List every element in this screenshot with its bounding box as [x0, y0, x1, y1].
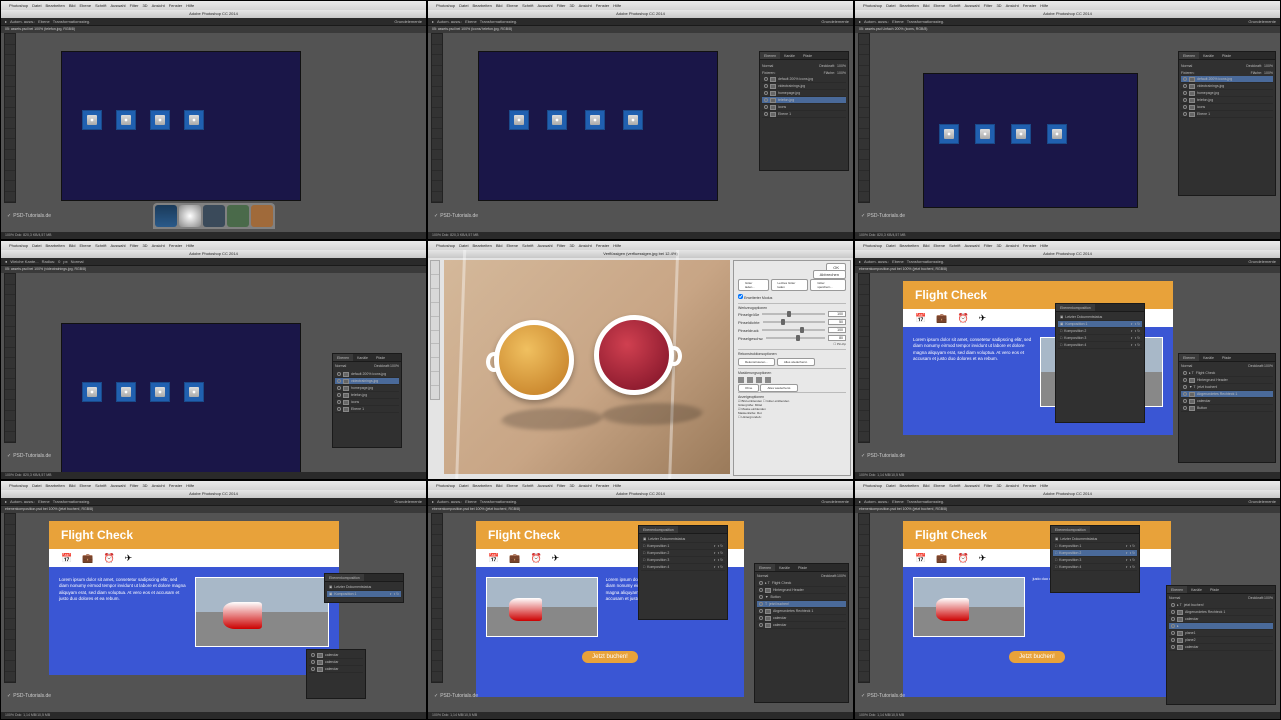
dock-app-icon[interactable] [227, 205, 249, 227]
layers-panel[interactable]: calendar calendar calendar [306, 649, 366, 699]
clock-icon: ⏰ [957, 313, 968, 324]
layers-panel-float[interactable]: EbenenKanälePfade NormalDeckkraft:100% d… [332, 353, 402, 448]
plane-icon: ✈ [979, 313, 987, 324]
dock-ps-icon[interactable] [155, 205, 177, 227]
layers-panel[interactable]: EbenenKanälePfade NormalDeckkraft:100% ▸… [754, 563, 849, 703]
thumbnail-6: PhotoshopDateiBearbeitenBildEbeneSchrift… [854, 240, 1281, 480]
status-bar: 100% Dok: 820,3 KB/4,57 MB [1, 232, 426, 239]
thumbnail-3: PhotoshopDateiBearbeitenBildEbeneSchrift… [854, 0, 1281, 240]
liquify-options[interactable]: OK Abbrechen Gitter laden...Letztes Gitt… [733, 260, 851, 476]
doc-tab[interactable]: 05: assets.psd bei 100% (telefon.jpg, RG… [1, 26, 426, 33]
dock-app-icon[interactable] [203, 205, 225, 227]
liquify-title: Verflüssigen (verfluessigen.jpg bei 12.4… [428, 250, 853, 258]
layers-panel[interactable]: EbenenKanälePfade NormalDeckkraft:100% F… [1178, 51, 1276, 196]
layer-comps-panel[interactable]: Ebenenkomposition ▣Letzter Dokumentstatu… [324, 573, 404, 603]
thumbnail-9: PhotoshopDateiBearbeitenBildEbeneSchrift… [854, 480, 1281, 720]
layers-panel[interactable]: EbenenKanälePfade NormalDeckkraft:100% F… [759, 51, 849, 171]
watermark: PSD-Tutorials.de [7, 213, 51, 219]
layer-comps-panel[interactable]: Ebenenkomposition ▣Letzter Dokumentstatu… [1050, 525, 1140, 593]
cup-red [594, 315, 674, 395]
thumbnail-8: PhotoshopDateiBearbeitenBildEbeneSchrift… [427, 480, 854, 720]
cup-orange [494, 320, 574, 400]
book-button[interactable]: Jetzt buchen! [582, 651, 638, 663]
thumbnail-4: PhotoshopDateiBearbeitenBildEbeneSchrift… [0, 240, 427, 480]
layers-panel[interactable]: EbenenKanälePfade NormalDeckkraft:100% ▸… [1166, 585, 1276, 705]
tool-palette[interactable] [4, 33, 16, 203]
dock-safari-icon[interactable] [179, 205, 201, 227]
design-title: Flight Check [915, 288, 987, 302]
macos-dock[interactable] [153, 203, 275, 229]
options-bar[interactable]: ▸Autom. ausw.:EbeneTransformationssteg.G… [1, 18, 426, 26]
thumbnail-2: PhotoshopDateiBearbeitenBildEbeneSchrift… [427, 0, 854, 240]
liquify-canvas[interactable] [444, 260, 730, 474]
menubar[interactable]: PhotoshopDateiBearbeitenBildEbeneSchrift… [1, 1, 426, 10]
liquify-toolbar[interactable] [430, 260, 440, 400]
cancel-button[interactable]: Abbrechen [813, 270, 846, 279]
thumbnail-1: PhotoshopDateiBearbeitenBildEbeneSchrift… [0, 0, 427, 240]
thumbnail-7: PhotoshopDateiBearbeitenBildEbeneSchrift… [0, 480, 427, 720]
calendar-icon: 📅 [915, 313, 926, 324]
layer-comps-panel[interactable]: Ebenenkomposition ▣Letzter Dokumentstatu… [638, 525, 728, 620]
layers-panel[interactable]: EbenenKanälePfade NormalDeckkraft:100% ▸… [1178, 353, 1276, 463]
thumbnail-5: PhotoshopDateiBearbeitenBildEbeneSchrift… [427, 240, 854, 480]
layer-comps-panel[interactable]: Ebenenkomposition ▣Letzter Dokumentstatu… [1055, 303, 1145, 423]
canvas-icon [82, 110, 102, 130]
briefcase-icon: 💼 [936, 313, 947, 324]
window-title: Adobe Photoshop CC 2014 [1, 10, 426, 18]
dock-app-icon[interactable] [251, 205, 273, 227]
